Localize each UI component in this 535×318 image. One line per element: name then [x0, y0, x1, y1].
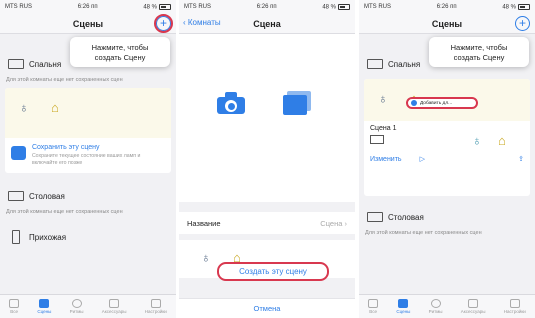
clock: 6:26 пп: [436, 4, 457, 10]
tooltip: Нажмите, чтобы создать Сцену: [429, 37, 529, 67]
battery-icon: [518, 3, 530, 10]
home-icon: [9, 299, 20, 308]
tab-all[interactable]: Все: [368, 299, 379, 314]
lamp-icon: ♁: [201, 250, 211, 265]
room-row-dining[interactable]: Столовая: [0, 184, 176, 208]
bed-icon: [8, 59, 24, 69]
tooltip: Нажмите, чтобы создать Сцену: [70, 37, 170, 67]
settings-icon: [509, 299, 520, 308]
battery: 48 %: [322, 3, 350, 10]
room-name: Спальня: [29, 59, 62, 69]
accessories-icon: [109, 299, 120, 308]
carrier: MTS RUS: [5, 4, 32, 10]
battery: 48 %: [502, 3, 530, 10]
tab-routines[interactable]: Ритмы: [70, 299, 84, 314]
scene-icons-row: ♁ ⌂: [364, 132, 530, 150]
phone-scene-created: MTS RUS 6:26 пп 48 % Сцены + Нажмите, чт…: [359, 0, 535, 318]
desk-lamp-icon: ⌂: [51, 100, 59, 115]
battery: 48 %: [143, 3, 171, 10]
tab-accessories[interactable]: Аксессуары: [102, 299, 127, 314]
name-value: Сцена ›: [320, 218, 347, 228]
scenes-icon: [39, 299, 50, 308]
scene-actions: Изменить ▷ ⇪: [364, 150, 530, 168]
settings-icon: [150, 299, 161, 308]
save-scene-desc: Сохраните текущее состояние ваших ламп и…: [31, 153, 141, 166]
status-bar: MTS RUS 6:26 пп 48 %: [359, 0, 535, 14]
scenes-icon: [398, 299, 409, 308]
name-field-row[interactable]: Название Сцена ›: [179, 212, 355, 234]
phone-scenes-tooltip: MTS RUS 6:26 пп 48 % Сцены + Нажмите, чт…: [0, 0, 176, 318]
scene-card: ♁ ⌂ Сохранить эту сцену Сохраните текуще…: [5, 88, 171, 173]
save-scene-link[interactable]: Сохранить эту сцену: [32, 144, 165, 151]
scene-name: Сцена 1: [370, 125, 397, 132]
add-toast[interactable]: Добавить дл...: [406, 97, 478, 109]
edit-button[interactable]: Изменить: [370, 156, 402, 163]
door-icon: [12, 230, 20, 244]
carrier: MTS RUS: [364, 4, 391, 10]
carrier: MTS RUS: [184, 4, 211, 10]
lamp-icon: ♁: [378, 91, 388, 106]
room-name: Спальня: [388, 59, 421, 69]
routines-icon: [430, 299, 441, 308]
clock: 6:26 пп: [77, 4, 98, 10]
nav-bar: Сцены +: [359, 14, 535, 34]
tab-accessories[interactable]: Аксессуары: [461, 299, 486, 314]
play-icon[interactable]: ▷: [420, 155, 425, 163]
lamp-icon: ♁: [19, 100, 29, 115]
status-bar: MTS RUS 6:26 пп 48 %: [0, 0, 176, 14]
clock: 6:26 пп: [256, 4, 277, 10]
home-icon: [368, 299, 379, 308]
toast-icon: [411, 100, 417, 106]
camera-icon[interactable]: [217, 92, 245, 114]
table-icon: [367, 212, 383, 222]
gallery-icon[interactable]: [283, 91, 311, 115]
create-scene-button[interactable]: Создать эту сцену: [217, 262, 329, 281]
tab-bar: Все Сцены Ритмы Аксессуары Настройки: [0, 294, 176, 318]
scene-source-area: [179, 34, 355, 202]
tab-scenes[interactable]: Сцены: [396, 299, 410, 314]
empty-note: Для этой комнаты еще нет сохраненных сце…: [6, 209, 123, 215]
bed-icon: [367, 59, 383, 69]
tab-all[interactable]: Все: [9, 299, 20, 314]
nav-bar: ‹ Комнаты Сцена: [179, 14, 355, 34]
tab-settings[interactable]: Настройки: [504, 299, 526, 314]
share-icon[interactable]: ⇪: [518, 155, 524, 163]
room-name: Столовая: [388, 212, 424, 222]
routines-icon: [71, 299, 82, 308]
add-scene-button[interactable]: +: [515, 16, 530, 31]
name-label: Название: [187, 218, 221, 228]
empty-note: Для этой комнаты еще нет сохраненных сце…: [6, 77, 123, 83]
battery-icon: [159, 3, 171, 10]
highlight-circle: [154, 14, 173, 33]
room-name: Столовая: [29, 191, 65, 201]
page-title: Сцены: [72, 18, 104, 29]
status-bar: MTS RUS 6:26 пп 48 %: [179, 0, 355, 14]
back-button[interactable]: ‹ Комнаты: [183, 18, 221, 27]
lamp-icon: ♁: [472, 133, 482, 148]
desk-lamp-icon: ⌂: [498, 133, 506, 148]
scene-preview: ♁ ⌂: [5, 88, 171, 138]
battery-icon: [338, 3, 350, 10]
tab-bar: Все Сцены Ритмы Аксессуары Настройки: [359, 294, 535, 318]
room-name: Прихожая: [29, 232, 67, 242]
page-title: Сцена: [253, 18, 281, 29]
tab-scenes[interactable]: Сцены: [37, 299, 51, 314]
tab-routines[interactable]: Ритмы: [429, 299, 443, 314]
bed-icon: [370, 135, 384, 144]
cancel-button[interactable]: Отмена: [179, 298, 355, 318]
phone-create-scene: MTS RUS 6:26 пп 48 % ‹ Комнаты Сцена Наз…: [179, 0, 355, 318]
page-title: Сцены: [431, 18, 463, 29]
accessories-icon: [468, 299, 479, 308]
camera-icon: [11, 146, 26, 160]
tab-settings[interactable]: Настройки: [145, 299, 167, 314]
room-row-dining[interactable]: Столовая: [359, 205, 535, 229]
nav-bar: Сцены +: [0, 14, 176, 34]
table-icon: [8, 191, 24, 201]
empty-note: Для этой комнаты еще нет сохраненных сце…: [365, 230, 482, 236]
save-scene-row[interactable]: Сохранить эту сцену Сохраните текущее со…: [5, 138, 171, 173]
room-row-hall[interactable]: Прихожая: [0, 225, 176, 249]
